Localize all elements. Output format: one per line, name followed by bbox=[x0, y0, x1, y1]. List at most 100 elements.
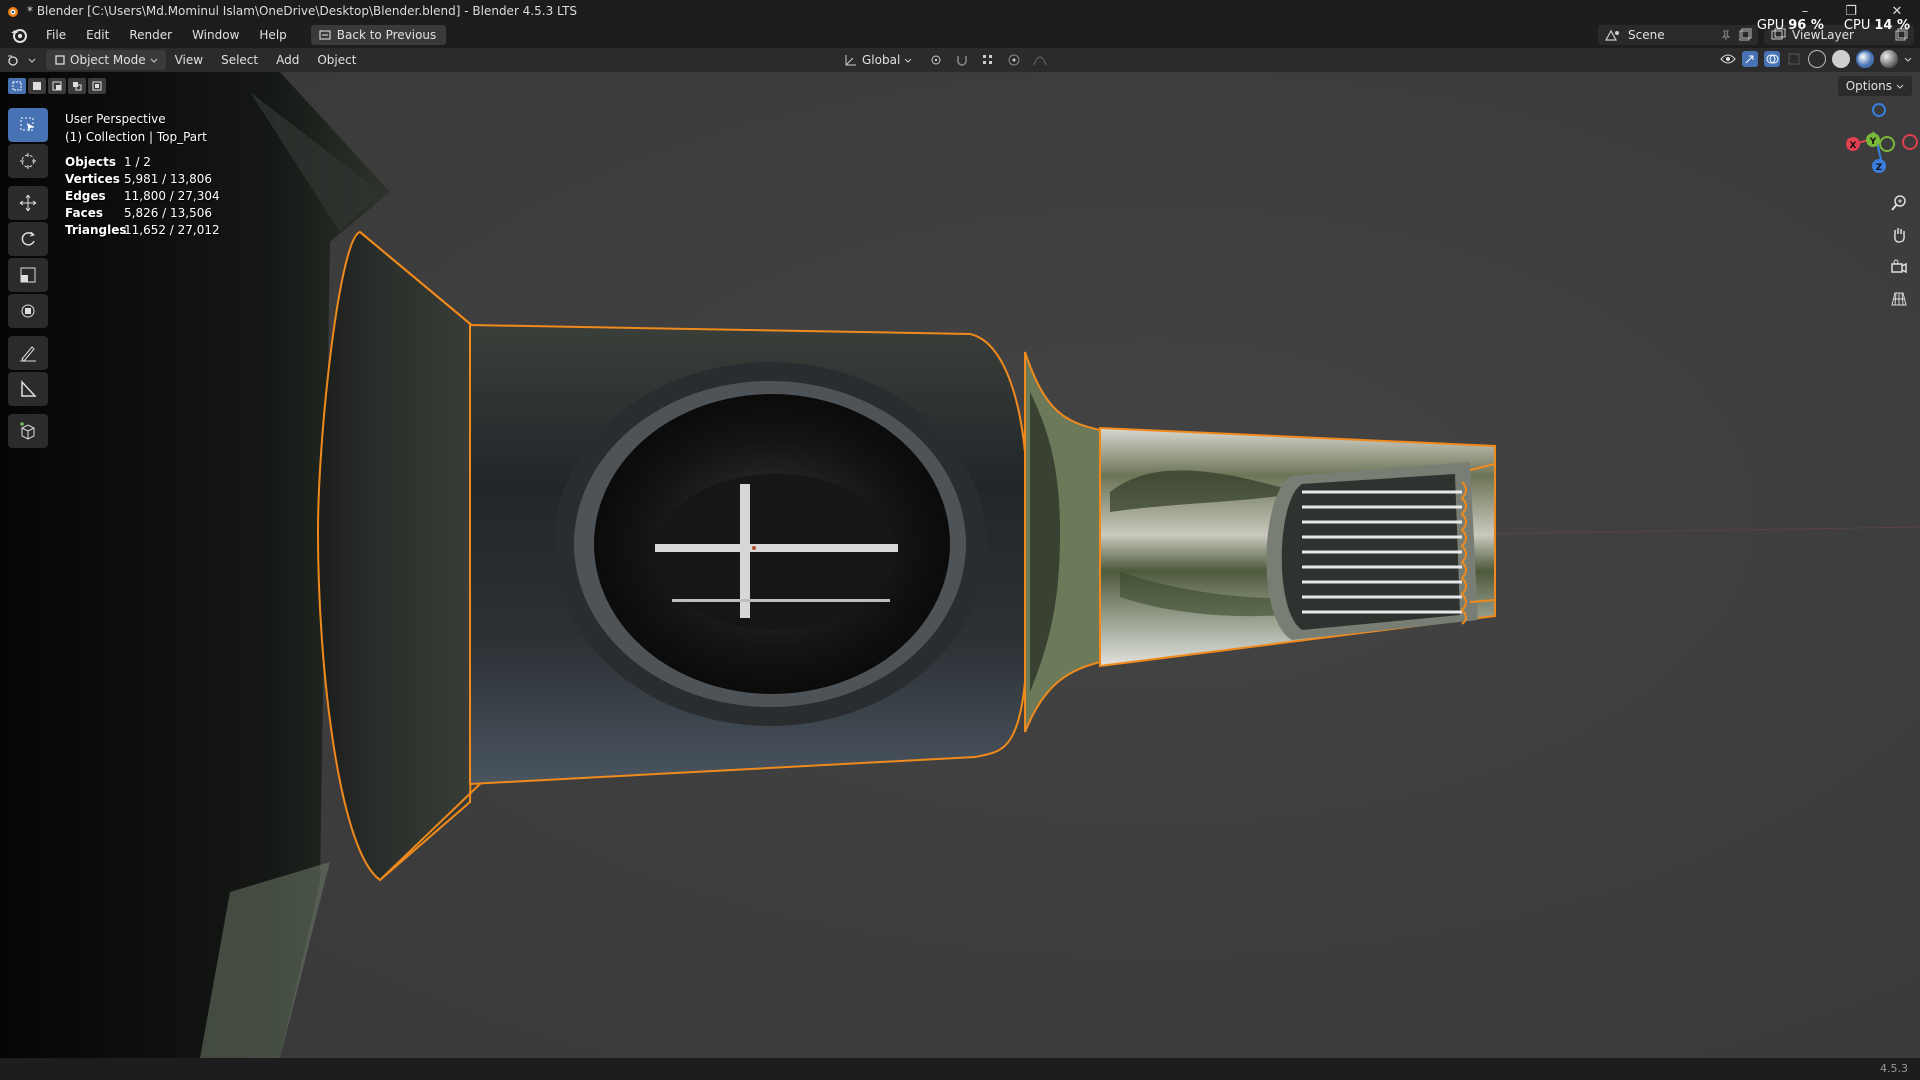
solid-shading-icon[interactable] bbox=[1832, 50, 1850, 68]
cursor-icon bbox=[20, 153, 36, 169]
gizmo-negative-x[interactable] bbox=[1902, 134, 1918, 150]
blender-app-icon bbox=[8, 7, 18, 17]
new-scene-icon[interactable] bbox=[1738, 28, 1752, 42]
object-mode-icon bbox=[55, 55, 65, 65]
move-tool[interactable] bbox=[8, 186, 48, 220]
add-cube-icon bbox=[20, 422, 35, 440]
measure-tool[interactable] bbox=[8, 372, 48, 406]
back-to-previous-button[interactable]: Back to Previous bbox=[310, 25, 447, 45]
proportional-editing-icon[interactable] bbox=[1006, 52, 1022, 68]
chevron-down-icon bbox=[904, 58, 912, 63]
transform-orientation-dropdown[interactable]: Global bbox=[838, 50, 918, 70]
measure-ruler-icon bbox=[21, 380, 37, 397]
gizmo-negative-y[interactable] bbox=[1879, 136, 1895, 152]
3d-viewport-icon bbox=[8, 55, 18, 66]
chevron-down-icon bbox=[150, 58, 157, 63]
scene-selector[interactable]: Scene bbox=[1598, 25, 1758, 45]
gizmo-toggle-icon[interactable] bbox=[1742, 51, 1758, 67]
stat-row: Triangles 11,652 / 27,012 bbox=[65, 223, 220, 237]
rendered-shading-icon[interactable] bbox=[1880, 50, 1898, 68]
wireframe-shading-icon[interactable] bbox=[1808, 50, 1826, 68]
selection-mode-buttons bbox=[8, 78, 106, 94]
screen-back-icon bbox=[319, 30, 331, 40]
stat-row: Edges 11,800 / 27,304 bbox=[65, 189, 220, 203]
back-to-previous-label: Back to Previous bbox=[336, 28, 437, 42]
move-icon bbox=[19, 194, 37, 212]
top-menubar: File Edit Render Window Help Back to Pre… bbox=[0, 22, 1920, 48]
window-titlebar: * Blender [C:\Users\Md.Mominul Islam\One… bbox=[0, 0, 1920, 22]
menu-file[interactable]: File bbox=[36, 28, 76, 42]
window-title: * Blender [C:\Users\Md.Mominul Islam\One… bbox=[27, 4, 578, 18]
snap-toggle-icon[interactable] bbox=[954, 52, 970, 68]
blender-logo-icon[interactable] bbox=[10, 26, 28, 44]
material-preview-shading-icon[interactable] bbox=[1856, 50, 1874, 68]
scene-icon bbox=[1604, 29, 1619, 41]
header-menu-add[interactable]: Add bbox=[267, 53, 308, 67]
chevron-down-icon bbox=[28, 58, 36, 63]
pin-icon[interactable] bbox=[1720, 29, 1732, 41]
active-collection: (1) Collection | Top_Part bbox=[65, 130, 207, 144]
mode-dropdown[interactable]: Object Mode bbox=[46, 50, 166, 70]
3d-viewport[interactable]: Options User Perspective (1) Collection … bbox=[0, 72, 1920, 1058]
select-subtract-icon[interactable] bbox=[48, 78, 66, 94]
rotate-icon bbox=[21, 231, 35, 246]
menu-window[interactable]: Window bbox=[182, 28, 249, 42]
stat-row: Vertices 5,981 / 13,806 bbox=[65, 172, 213, 186]
tool-shelf bbox=[8, 108, 48, 450]
viewport-header: Object Mode View Select Add Object Globa… bbox=[0, 48, 1920, 72]
rotate-tool[interactable] bbox=[8, 222, 48, 256]
pivot-point-icon[interactable] bbox=[928, 52, 944, 68]
select-intersect-icon[interactable] bbox=[88, 78, 106, 94]
menu-render[interactable]: Render bbox=[119, 28, 182, 42]
transform-tool[interactable] bbox=[8, 294, 48, 328]
scale-tool[interactable] bbox=[8, 258, 48, 292]
navigation-tools bbox=[1886, 190, 1912, 312]
select-new-icon[interactable] bbox=[8, 78, 26, 94]
viewport-info: User Perspective (1) Collection | Top_Pa… bbox=[65, 110, 207, 146]
system-stats: GPU 96 % CPU 14 % bbox=[1757, 18, 1910, 33]
orientation-icon bbox=[845, 55, 856, 66]
select-box-icon bbox=[20, 117, 34, 132]
mode-label: Object Mode bbox=[70, 53, 146, 67]
overlays-toggle-icon[interactable] bbox=[1764, 51, 1780, 67]
select-extend-icon[interactable] bbox=[28, 78, 46, 94]
version-label: 4.5.3 bbox=[1880, 1062, 1908, 1075]
scene-statistics: Objects 1 / 2 Vertices 5,981 / 13,806 Edge… bbox=[65, 154, 220, 239]
chevron-down-icon[interactable] bbox=[1904, 55, 1912, 63]
select-box-tool[interactable] bbox=[8, 108, 48, 142]
annotate-tool[interactable] bbox=[8, 336, 48, 370]
editor-type-button[interactable] bbox=[0, 50, 42, 70]
add-cube-tool[interactable] bbox=[8, 414, 48, 448]
menu-help[interactable]: Help bbox=[249, 28, 296, 42]
perspective-toggle-icon[interactable] bbox=[1886, 286, 1912, 312]
pan-hand-icon[interactable] bbox=[1886, 222, 1912, 248]
gpu-usage: GPU 96 % bbox=[1756, 18, 1824, 33]
status-bar: 4.5.3 bbox=[0, 1058, 1920, 1080]
view-name: User Perspective bbox=[65, 112, 166, 126]
gizmo-y-label: Y bbox=[1869, 137, 1877, 147]
header-menu-object[interactable]: Object bbox=[308, 53, 365, 67]
xray-toggle-icon[interactable] bbox=[1786, 51, 1802, 67]
header-menu-select[interactable]: Select bbox=[212, 53, 267, 67]
select-invert-icon[interactable] bbox=[68, 78, 86, 94]
transform-icon bbox=[21, 304, 35, 318]
gizmo-z-label: Z bbox=[1876, 163, 1883, 173]
stat-row: Objects 1 / 2 bbox=[65, 155, 151, 169]
chevron-down-icon bbox=[1896, 84, 1904, 89]
scene-name[interactable]: Scene bbox=[1628, 28, 1714, 42]
cursor-tool[interactable] bbox=[8, 144, 48, 178]
viewport-display-controls bbox=[1720, 50, 1912, 68]
options-label: Options bbox=[1845, 79, 1892, 93]
visibility-icon[interactable] bbox=[1720, 51, 1736, 67]
snap-target-icon[interactable] bbox=[980, 52, 996, 68]
header-menu-view[interactable]: View bbox=[166, 53, 212, 67]
menu-edit[interactable]: Edit bbox=[76, 28, 119, 42]
3d-model-render[interactable] bbox=[0, 72, 1920, 1058]
gizmo-negative-z[interactable] bbox=[1872, 103, 1886, 117]
camera-view-icon[interactable] bbox=[1886, 254, 1912, 280]
falloff-curve-icon[interactable] bbox=[1032, 52, 1048, 68]
gizmo-x-label: X bbox=[1850, 141, 1857, 151]
navigation-gizmo[interactable]: X Y Z bbox=[1830, 92, 1920, 182]
transform-controls: Global bbox=[838, 50, 1048, 70]
zoom-icon[interactable] bbox=[1886, 190, 1912, 216]
